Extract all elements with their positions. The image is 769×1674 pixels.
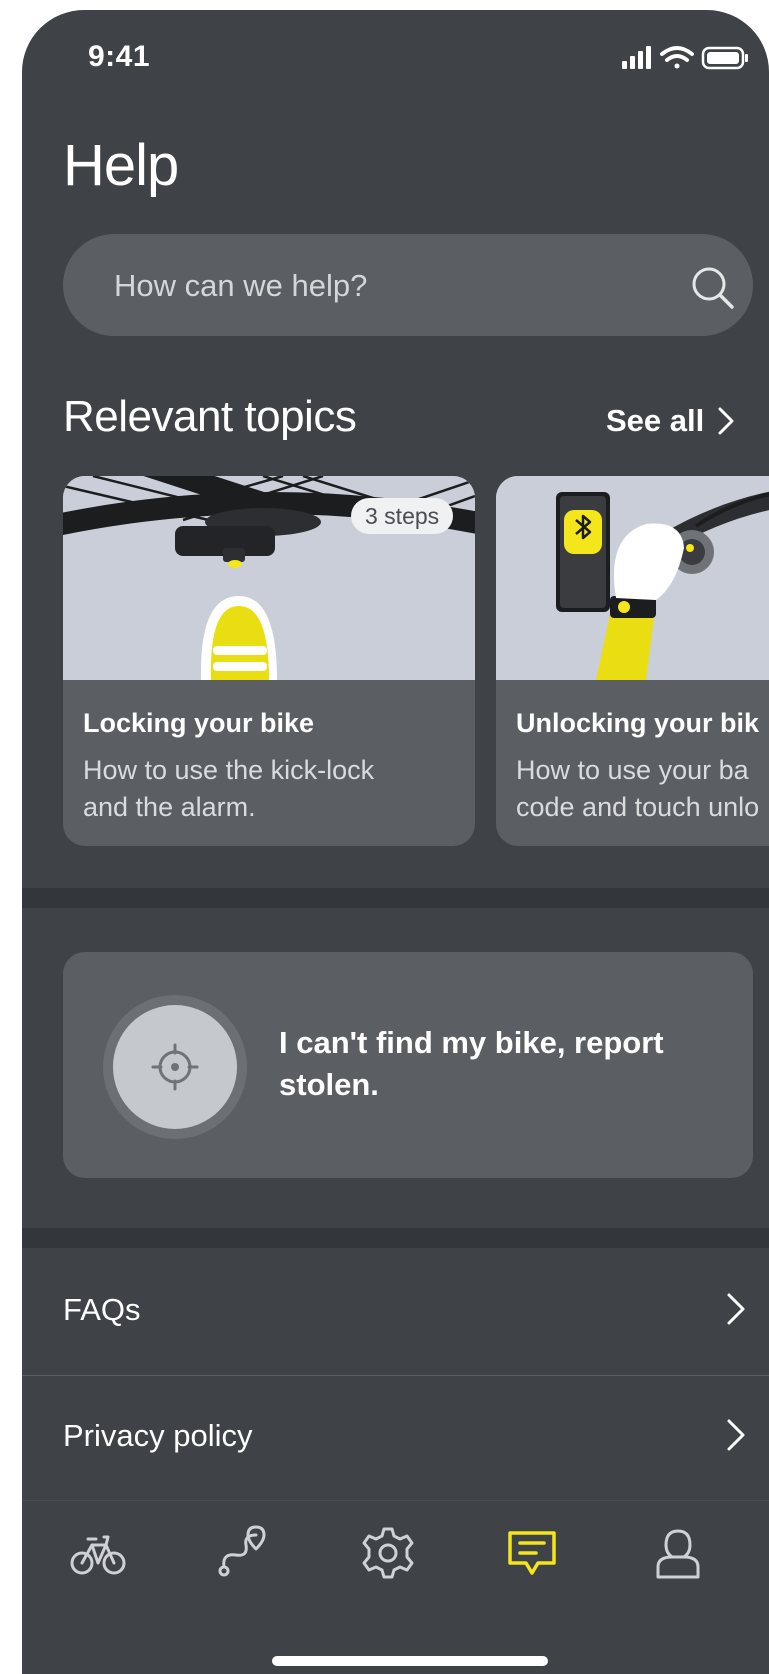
card-description: How to use the kick-lock and the alarm.	[83, 755, 375, 822]
privacy-policy-row[interactable]: Privacy policy	[22, 1374, 769, 1498]
steps-badge: 3 steps	[351, 498, 454, 534]
search-icon[interactable]	[689, 264, 737, 312]
signal-icon	[622, 46, 651, 69]
card-description: How to use your ba code and touch unlo	[516, 755, 760, 822]
locking-illustration: 3 steps	[63, 476, 475, 680]
battery-icon	[701, 46, 748, 70]
chat-icon[interactable]	[502, 1523, 562, 1583]
home-indicator[interactable]	[272, 1656, 548, 1666]
faqs-row[interactable]: FAQs	[22, 1248, 769, 1372]
route-icon[interactable]	[212, 1523, 272, 1583]
status-bar: 9:41	[22, 10, 769, 110]
chevron-right-icon	[727, 1293, 745, 1325]
section-divider	[22, 1228, 769, 1248]
chevron-right-icon	[718, 407, 734, 435]
report-stolen-label: I can't find my bike, report stolen.	[279, 1025, 664, 1102]
tab-bar	[22, 1500, 769, 1674]
card-title: Unlocking your bik	[516, 708, 760, 738]
card-title: Locking your bike	[83, 708, 315, 738]
report-stolen-card[interactable]: I can't find my bike, report stolen.	[63, 952, 753, 1178]
topic-card-unlocking[interactable]: Unlocking your bik How to use your ba co…	[496, 476, 769, 846]
unlocking-illustration	[496, 476, 769, 680]
settings-icon[interactable]	[358, 1523, 418, 1583]
topic-card-locking[interactable]: 3 steps Locking your bike How to use the…	[63, 476, 475, 846]
chevron-right-icon	[727, 1419, 745, 1451]
section-divider	[22, 888, 769, 908]
status-time: 9:41	[88, 40, 151, 73]
faqs-label: FAQs	[63, 1292, 141, 1327]
crosshair-icon	[151, 1043, 199, 1091]
status-icons	[622, 46, 748, 70]
bike-icon[interactable]	[68, 1523, 128, 1583]
report-icon-circle	[113, 1005, 237, 1129]
page-title: Help	[63, 133, 179, 198]
see-all-link[interactable]: See all	[606, 403, 734, 439]
profile-icon[interactable]	[648, 1523, 708, 1583]
see-all-label: See all	[606, 403, 705, 438]
report-icon-ring	[103, 995, 247, 1139]
privacy-policy-label: Privacy policy	[63, 1418, 253, 1453]
wifi-icon	[660, 46, 694, 69]
search-field[interactable]: How can we help?	[63, 234, 753, 336]
phone-screen: 9:41 Help How can we help? Relevant topi…	[22, 10, 769, 1674]
section-title: Relevant topics	[63, 392, 357, 441]
search-input[interactable]: How can we help?	[114, 268, 367, 304]
